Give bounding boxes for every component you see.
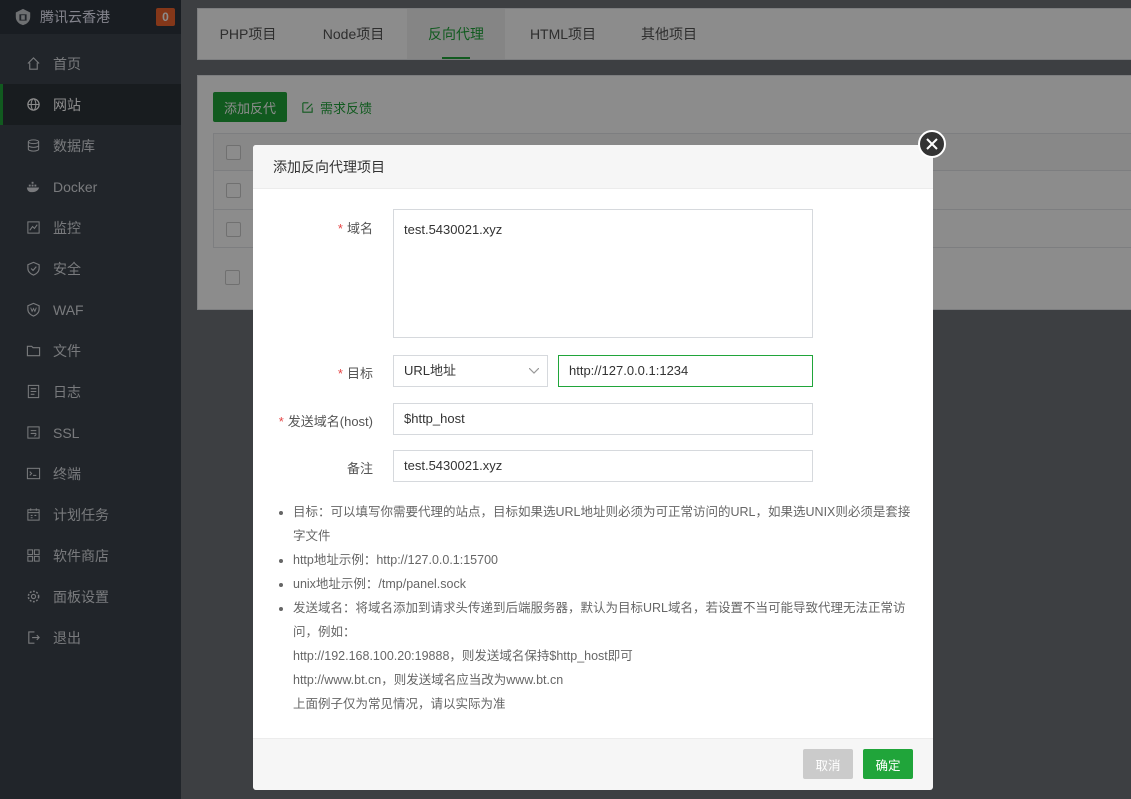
note-unix-example: unix地址示例：/tmp/panel.sock: [279, 572, 913, 596]
close-dialog-button[interactable]: [918, 130, 946, 158]
cancel-button[interactable]: 取消: [803, 749, 853, 779]
note-host-example-1: http://192.168.100.20:19888，则发送域名保持$http…: [293, 649, 633, 663]
add-proxy-dialog: 添加反向代理项目 * 域名 test.5430021.xyz * 目标 URL地址 …: [253, 145, 933, 790]
note-host-example-2: http://www.bt.cn，则发送域名应当改为www.bt.cn: [293, 673, 564, 687]
target-type-select[interactable]: URL地址: [393, 355, 548, 387]
remark-label: 备注: [346, 461, 373, 476]
dialog-title: 添加反向代理项目: [273, 158, 385, 175]
target-type-value: URL地址: [404, 363, 457, 378]
note-target: 目标：可以填写你需要代理的站点，目标如果选URL地址则必须为可正常访问的URL，…: [279, 500, 913, 548]
host-label: * 发送域名(host): [278, 414, 373, 429]
note-host-caveat: 上面例子仅为常见情况，请以实际为准: [293, 697, 506, 711]
host-input[interactable]: $http_host: [393, 403, 813, 435]
domain-label: * 域名: [337, 221, 373, 236]
help-notes: 目标：可以填写你需要代理的站点，目标如果选URL地址则必须为可正常访问的URL，…: [279, 500, 913, 716]
domain-textarea[interactable]: test.5430021.xyz: [393, 209, 813, 338]
dialog-header: 添加反向代理项目: [253, 145, 933, 189]
chevron-down-icon: [529, 368, 539, 374]
note-host: 发送域名：将域名添加到请求头传递到后端服务器，默认为目标URL域名，若设置不当可…: [279, 596, 913, 644]
note-http-example: http地址示例：http://127.0.0.1:15700: [279, 548, 913, 572]
target-label: * 目标: [337, 366, 373, 381]
target-url-input[interactable]: http://127.0.0.1:1234: [558, 355, 813, 387]
confirm-button[interactable]: 确定: [863, 749, 913, 779]
dialog-footer: 取消 确定: [253, 738, 933, 790]
remark-input[interactable]: test.5430021.xyz: [393, 450, 813, 482]
close-icon: [926, 138, 938, 150]
